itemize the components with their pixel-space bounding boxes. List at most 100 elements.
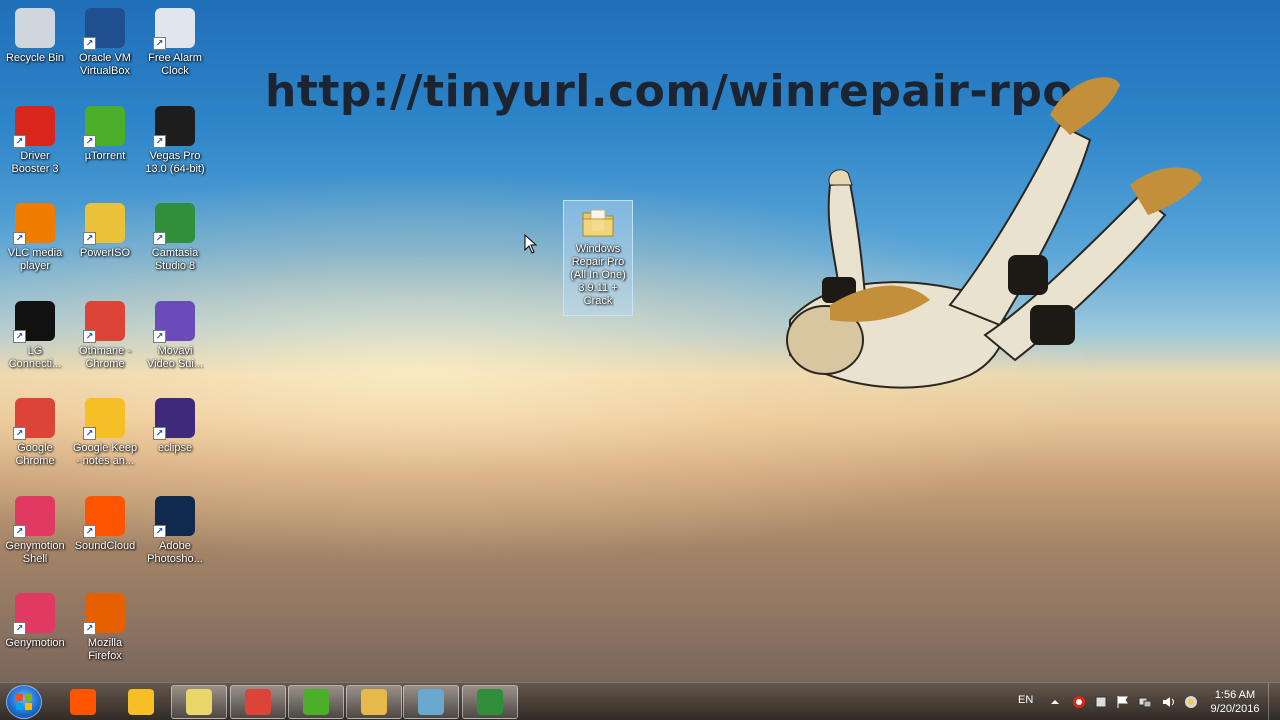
desktop-icon-lg-connection[interactable]: ↗ LG Connecti...: [0, 295, 70, 385]
shortcut-arrow-icon: ↗: [13, 525, 26, 538]
utorrent-icon: ↗: [83, 106, 125, 148]
genymotion-icon: ↗: [13, 593, 55, 635]
network-tray-icon[interactable]: [1138, 695, 1152, 709]
desktop-icon-label: PowerISO: [79, 247, 131, 259]
desktop-icon-label: Google Keep - notes an...: [72, 442, 138, 467]
file-explorer-icon: [361, 689, 387, 715]
taskbar-button-windows-repair[interactable]: [403, 685, 459, 719]
taskbar-button-sticky-notes[interactable]: [171, 685, 227, 719]
show-desktop-button[interactable]: [1268, 683, 1280, 720]
desktop-icon-virtualbox[interactable]: ↗ Oracle VM VirtualBox: [70, 2, 140, 92]
taskbar-button-camtasia[interactable]: [462, 685, 518, 719]
shortcut-arrow-icon: ↗: [153, 37, 166, 50]
photoshop-icon: ↗: [153, 496, 195, 538]
desktop-icon-label: Adobe Photosho...: [147, 540, 203, 565]
device-tray-icon[interactable]: [1094, 695, 1108, 709]
desktop-icon-recycle-bin[interactable]: Recycle Bin: [0, 2, 70, 92]
clock-time: 1:56 AM: [1214, 689, 1256, 701]
taskbar-button-google-keep[interactable]: [113, 685, 169, 719]
desktop-icon-eclipse[interactable]: ↗ eclipse: [140, 392, 210, 482]
vlc-icon: ↗: [13, 203, 55, 245]
desktop-icon-genymotion-shell[interactable]: ↗ Genymotion Shell: [0, 490, 70, 580]
desktop-icon-label: Othmane - Chrome: [79, 345, 131, 370]
desktop-icon-movavi[interactable]: ↗ Movavi Video Sui...: [140, 295, 210, 385]
shortcut-arrow-icon: ↗: [83, 135, 96, 148]
vegas-pro-icon: ↗: [153, 106, 195, 148]
taskbar-button-utorrent[interactable]: [288, 685, 344, 719]
desktop-icon-utorrent[interactable]: ↗ µTorrent: [70, 100, 140, 190]
shortcut-arrow-icon: ↗: [153, 525, 166, 538]
desktop-icon-vlc[interactable]: ↗ VLC media player: [0, 197, 70, 287]
desktop-icon-label: VLC media player: [7, 247, 63, 272]
show-hidden-icons-icon[interactable]: [1048, 695, 1062, 709]
desktop-icon-label: µTorrent: [84, 150, 126, 162]
soundcloud-icon: [70, 689, 96, 715]
camtasia-icon: [477, 689, 503, 715]
desktop-icon-label: Recycle Bin: [5, 52, 65, 64]
virtualbox-icon: ↗: [83, 8, 125, 50]
camtasia-icon: ↗: [153, 203, 195, 245]
desktop-icon-google-keep[interactable]: ↗ Google Keep - notes an...: [70, 392, 140, 482]
clock-date: 9/20/2016: [1210, 703, 1260, 715]
alarm-clock-icon: ↗: [153, 8, 195, 50]
eclipse-icon: ↗: [153, 398, 195, 440]
desktop-icon-firefox[interactable]: ↗ Mozilla Firefox: [70, 587, 140, 677]
taskbar-clock[interactable]: 1:56 AM 9/20/2016: [1205, 688, 1265, 716]
taskbar-button-file-explorer[interactable]: [346, 685, 402, 719]
shortcut-arrow-icon: ↗: [13, 232, 26, 245]
folder-label: Windows Repair Pro (All In One) 3.9.11 +…: [570, 243, 626, 307]
desktop-icon-label: Oracle VM VirtualBox: [79, 52, 131, 77]
antivirus-tray-icon[interactable]: [1072, 695, 1086, 709]
desktop-icon-driver-booster[interactable]: ↗ Driver Booster 3: [0, 100, 70, 190]
shortcut-arrow-icon: ↗: [13, 330, 26, 343]
volume-icon[interactable]: [1162, 695, 1176, 709]
desktop-icon-label: LG Connecti...: [8, 345, 62, 370]
lg-connection-icon: ↗: [13, 301, 55, 343]
desktop-icon-label: Camtasia Studio 8: [151, 247, 199, 272]
chrome-icon: [245, 689, 271, 715]
shortcut-arrow-icon: ↗: [13, 427, 26, 440]
recycle-bin-icon: [15, 8, 55, 48]
taskbar-button-soundcloud[interactable]: [55, 685, 111, 719]
desktop-icon-label: Vegas Pro 13.0 (64-bit): [145, 150, 205, 175]
desktop-icon-label: SoundCloud: [74, 540, 136, 552]
desktop-icon-chrome-profile[interactable]: ↗ Othmane - Chrome: [70, 295, 140, 385]
google-keep-icon: ↗: [83, 398, 125, 440]
action-center-flag-icon[interactable]: [1116, 695, 1130, 709]
weather-tray-icon[interactable]: [1184, 695, 1198, 709]
firefox-icon: ↗: [83, 593, 125, 635]
sticky-notes-icon: [186, 689, 212, 715]
desktop-icon-vegas-pro[interactable]: ↗ Vegas Pro 13.0 (64-bit): [140, 100, 210, 190]
taskbar-button-chrome[interactable]: [230, 685, 286, 719]
windows-repair-icon: [418, 689, 444, 715]
desktop-icon-label: Free Alarm Clock: [148, 52, 202, 77]
selected-folder-windows-repair[interactable]: Windows Repair Pro (All In One) 3.9.11 +…: [563, 200, 633, 316]
desktop-icon-poweriso[interactable]: ↗ PowerISO: [70, 197, 140, 287]
desktop-icon-label: Driver Booster 3: [11, 150, 59, 175]
desktop-icon-soundcloud[interactable]: ↗ SoundCloud: [70, 490, 140, 580]
shortcut-arrow-icon: ↗: [83, 427, 96, 440]
language-indicator[interactable]: EN: [1018, 694, 1033, 706]
shortcut-arrow-icon: ↗: [83, 330, 96, 343]
soundcloud-icon: ↗: [83, 496, 125, 538]
desktop-icon-camtasia[interactable]: ↗ Camtasia Studio 8: [140, 197, 210, 287]
mouse-cursor-icon: [524, 234, 538, 254]
desktop-icon-chrome[interactable]: ↗ Google Chrome: [0, 392, 70, 482]
windows-start-icon[interactable]: [6, 685, 42, 719]
folder-icon: [581, 207, 615, 239]
shortcut-arrow-icon: ↗: [153, 232, 166, 245]
driver-booster-icon: ↗: [13, 106, 55, 148]
chrome-profile-icon: ↗: [83, 301, 125, 343]
shortcut-arrow-icon: ↗: [153, 330, 166, 343]
google-keep-icon: [128, 689, 154, 715]
desktop-icon-label: Movavi Video Sui...: [146, 345, 204, 370]
chrome-icon: ↗: [13, 398, 55, 440]
shortcut-arrow-icon: ↗: [83, 232, 96, 245]
shortcut-arrow-icon: ↗: [13, 622, 26, 635]
desktop-icon-photoshop[interactable]: ↗ Adobe Photosho...: [140, 490, 210, 580]
desktop-icon-alarm-clock[interactable]: ↗ Free Alarm Clock: [140, 2, 210, 92]
desktop-icon-label: Genymotion: [5, 637, 65, 649]
shortcut-arrow-icon: ↗: [83, 37, 96, 50]
taskbar: EN 1:56 AM 9/20/2016: [0, 682, 1280, 720]
desktop-icon-genymotion[interactable]: ↗ Genymotion: [0, 587, 70, 677]
